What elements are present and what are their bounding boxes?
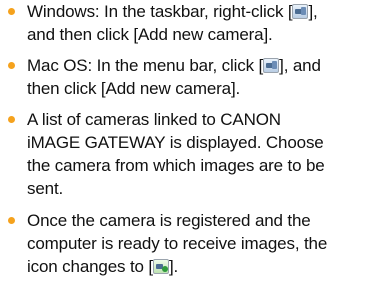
item-line: Mac OS: In the menu bar, click [ ], and xyxy=(27,54,321,77)
item-text: Windows: In the taskbar, right-click [ xyxy=(27,2,293,21)
camera-connection-icon xyxy=(292,4,309,19)
item-line: icon changes to []. xyxy=(27,255,178,278)
camera-connection-icon xyxy=(263,58,280,73)
item-text: Mac OS: In the menu bar, click [ xyxy=(27,56,264,75)
item-text: ], xyxy=(308,2,318,21)
bullet-icon xyxy=(8,116,15,123)
item-line: sent. xyxy=(27,179,64,198)
item-line: the camera from which images are to be xyxy=(27,156,325,175)
item-line: computer is ready to receive images, the xyxy=(27,234,328,253)
item-line: A list of cameras linked to CANON xyxy=(27,110,281,129)
item-text: icon changes to [ xyxy=(27,257,153,276)
item-text: ]. xyxy=(168,257,179,276)
item-line: iMAGE GATEWAY is displayed. Choose xyxy=(27,133,324,152)
item-line: Windows: In the taskbar, right-click [], xyxy=(27,0,318,23)
camera-ready-icon xyxy=(152,259,169,274)
bullet-icon xyxy=(8,217,15,224)
item-line: and then click [Add new camera]. xyxy=(27,25,273,44)
bullet-icon xyxy=(8,8,15,15)
item-line: then click [Add new camera]. xyxy=(27,79,241,98)
item-text: ], and xyxy=(279,56,321,75)
bullet-icon xyxy=(8,62,15,69)
item-line: Once the camera is registered and the xyxy=(27,211,311,230)
